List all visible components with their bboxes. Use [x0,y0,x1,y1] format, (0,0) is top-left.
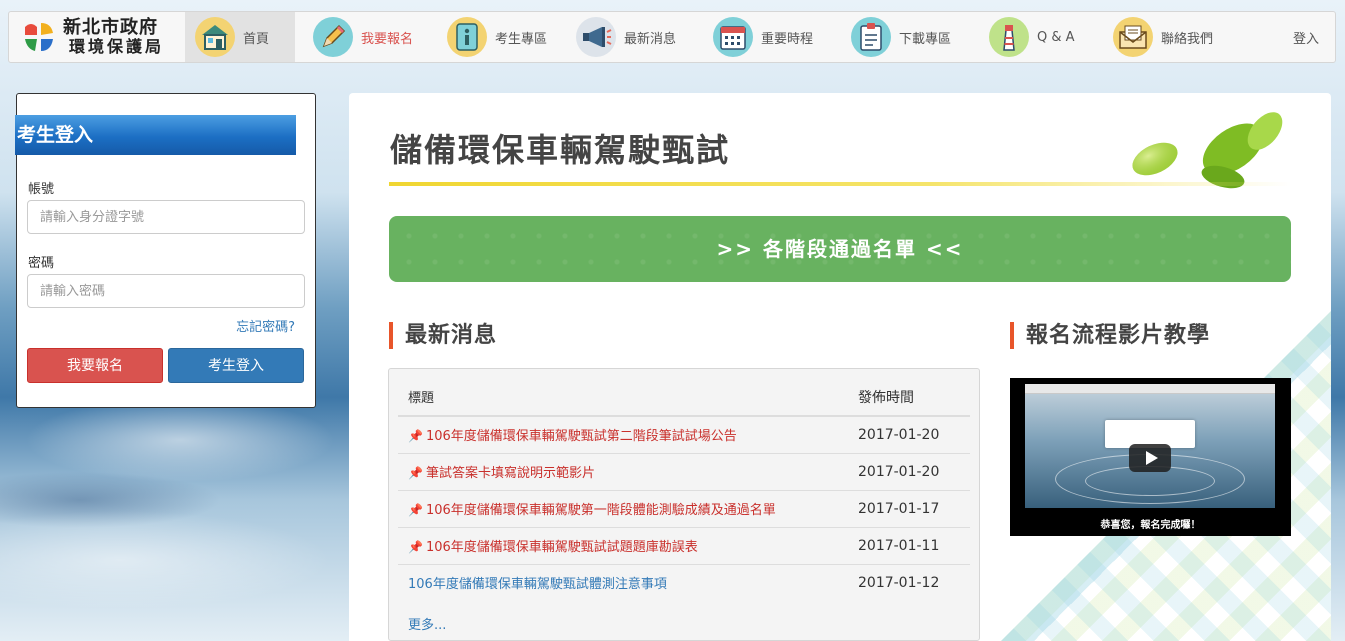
news-date: 2017-01-20 [858,415,970,453]
tutorial-video[interactable]: 恭喜您，報名完成囉！ [1010,378,1291,536]
table-row: 106年度儲備環保車輛駕駛甄試體測注意事項 2017-01-12 [398,563,970,601]
news-date: 2017-01-11 [858,526,970,564]
pin-icon: 📌 [408,540,423,554]
title-underline [389,182,1291,186]
nav-item-qa[interactable]: Q & A [979,12,1099,62]
pin-icon: 📌 [408,503,423,517]
login-panel: 考生登入 帳號 密碼 忘記密碼? 我要報名 考生登入 [15,93,316,408]
brand-line2: 環境保護局 [69,37,165,56]
pass-list-banner[interactable]: >> 各階段通過名單 << [389,216,1291,282]
play-button-icon[interactable] [1129,444,1171,472]
video-section-title: 報名流程影片教學 [1010,322,1210,349]
login-title: 考生登入 [15,115,296,155]
news-section-title: 最新消息 [389,322,497,349]
nav-label-home: 首頁 [243,31,270,47]
news-link[interactable]: 106年度儲備環保車輛駕駛第一階段體能測驗成績及通過名單 [426,503,776,518]
nav-item-news[interactable]: 最新消息 [566,12,703,62]
top-navbar: 新北市政府 環境保護局 首頁 我要報名 考生專區 最新消息 重要時程 下載專區 … [8,11,1336,63]
table-row: 📌 筆試答案卡填寫說明示範影片 2017-01-20 [398,452,970,490]
news-date: 2017-01-12 [858,563,970,601]
nav-item-signup[interactable]: 我要報名 [295,12,429,62]
nav-item-contact[interactable]: 聯絡我們 [1099,12,1237,62]
nav-label-schedule: 重要時程 [761,31,814,47]
news-link[interactable]: 106年度儲備環保車輛駕駛甄試體測注意事項 [408,577,667,592]
clipboard-icon [851,17,891,57]
city-logo-icon [21,19,57,55]
news-link[interactable]: 106年度儲備環保車輛駕駛甄試試題題庫勘誤表 [426,540,698,555]
pin-icon: 📌 [408,429,423,444]
account-input[interactable] [27,200,305,234]
login-button[interactable]: 考生登入 [168,348,304,383]
house-icon [195,17,235,57]
news-date: 2017-01-20 [858,452,970,490]
news-col-date: 發佈時間 [858,378,970,417]
news-table-header: 標題 發佈時間 [398,378,970,417]
table-row: 📌 106年度儲備環保車輛駕駛甄試第二階段筆試試場公告 2017-01-20 [398,415,970,453]
news-table: 標題 發佈時間 📌 106年度儲備環保車輛駕駛甄試第二階段筆試試場公告 2017-… [398,378,970,601]
signup-button[interactable]: 我要報名 [27,348,163,383]
password-label: 密碼 [28,256,55,271]
nav-item-download[interactable]: 下載專區 [841,12,979,62]
megaphone-icon [576,17,616,57]
table-row: 📌 106年度儲備環保車輛駕駛甄試試題題庫勘誤表 2017-01-11 [398,526,970,564]
nav-item-examinee[interactable]: 考生專區 [429,12,566,62]
nav-label-signup: 我要報名 [361,31,414,47]
info-icon [447,17,487,57]
news-col-title: 標題 [398,378,858,417]
nav-label-news: 最新消息 [624,31,677,47]
nav-item-home[interactable]: 首頁 [185,12,295,62]
video-caption: 恭喜您，報名完成囉！ [1100,520,1201,531]
main-panel: 儲備環保車輛駕駛甄試 >> 各階段通過名單 << 最新消息 標題 發佈時間 📌 1… [349,93,1331,641]
news-date: 2017-01-17 [858,489,970,527]
nav-label-login: 登入 [1292,31,1319,47]
news-link[interactable]: 106年度儲備環保車輛駕駛甄試第二階段筆試試場公告 [426,429,737,444]
video-thumb-toolbar [1025,384,1275,394]
envelope-icon [1113,17,1153,57]
nav-label-examinee: 考生專區 [495,31,548,47]
nav-label-contact: 聯絡我們 [1161,31,1214,47]
pencil-icon [313,17,353,57]
page-title: 儲備環保車輛駕駛甄試 [390,131,731,169]
nav-login-link[interactable]: 登入 [1283,12,1335,62]
forgot-password-link[interactable]: 忘記密碼? [236,316,295,335]
nav-label-download: 下載專區 [899,31,952,47]
news-more-link[interactable]: 更多... [408,614,446,633]
brand-line1: 新北市政府 [63,17,158,38]
nav-label-qa: Q & A [1037,29,1075,45]
news-link[interactable]: 筆試答案卡填寫說明示範影片 [426,466,595,481]
brand[interactable]: 新北市政府 環境保護局 [9,12,185,62]
pin-icon: 📌 [408,466,423,480]
calendar-icon [713,17,753,57]
lighthouse-icon [989,17,1029,57]
news-box: 標題 發佈時間 📌 106年度儲備環保車輛駕駛甄試第二階段筆試試場公告 2017-… [388,368,980,641]
table-row: 📌 106年度儲備環保車輛駕駛第一階段體能測驗成績及通過名單 2017-01-17 [398,489,970,527]
nav-item-schedule[interactable]: 重要時程 [703,12,841,62]
leaves-icon [1132,112,1283,189]
password-input[interactable] [27,274,305,308]
account-label: 帳號 [28,182,55,197]
